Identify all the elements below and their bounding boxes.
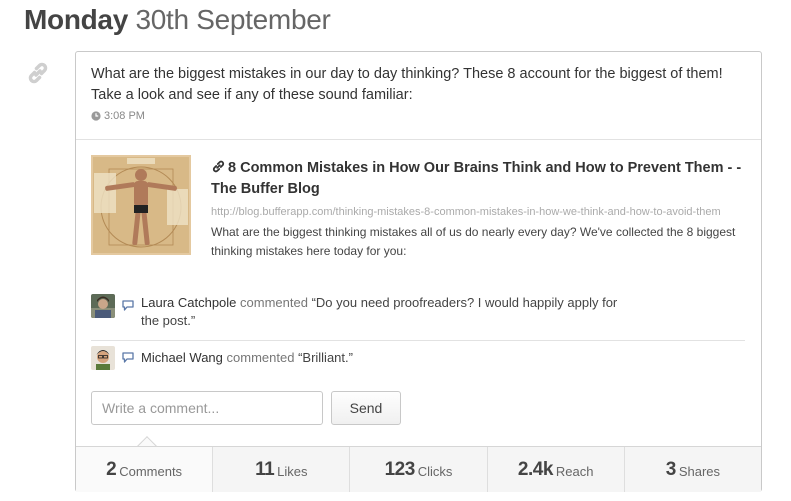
post-time-text: 3:08 PM xyxy=(104,110,145,122)
clock-icon xyxy=(91,111,101,121)
post-time: 3:08 PM xyxy=(91,108,745,124)
avatar[interactable] xyxy=(91,294,115,318)
comment-author[interactable]: Michael Wang xyxy=(141,350,223,365)
comment-input[interactable] xyxy=(91,391,323,425)
link-title[interactable]: 8 Common Mistakes in How Our Brains Thin… xyxy=(211,160,741,197)
stat-value: 3 xyxy=(665,458,677,480)
divider xyxy=(91,340,745,341)
post-text: What are the biggest mistakes in our day… xyxy=(91,66,723,103)
stat-label: Likes xyxy=(277,463,308,479)
stat-label: Clicks xyxy=(417,463,453,479)
stat-likes[interactable]: 11 Likes xyxy=(212,447,350,492)
link-preview[interactable]: 8 Common Mistakes in How Our Brains Thin… xyxy=(91,155,745,287)
stat-value: 2 xyxy=(106,458,117,480)
date-rest: 30th September xyxy=(135,4,331,35)
link-chain-icon xyxy=(212,160,225,173)
send-button[interactable]: Send xyxy=(331,391,401,425)
date-heading: Monday 30th September xyxy=(24,4,331,36)
speech-bubble-icon xyxy=(122,300,134,311)
link-description: What are the biggest thinking mistakes a… xyxy=(211,225,736,258)
comment-body: “Brilliant.” xyxy=(298,350,353,365)
divider xyxy=(76,139,761,140)
stat-clicks[interactable]: 123 Clicks xyxy=(349,447,487,492)
link-title-row[interactable]: 8 Common Mistakes in How Our Brains Thin… xyxy=(211,158,745,200)
avatar[interactable] xyxy=(91,346,115,370)
stat-shares[interactable]: 3 Shares xyxy=(623,447,762,492)
link-chain-icon xyxy=(28,62,48,84)
link-thumbnail[interactable] xyxy=(91,155,191,255)
comment-verb: commented xyxy=(240,295,308,310)
stat-value: 2.4k xyxy=(517,458,553,480)
post-body: What are the biggest mistakes in our day… xyxy=(76,52,761,124)
comment-author[interactable]: Laura Catchpole xyxy=(141,295,236,310)
stat-value: 123 xyxy=(384,458,416,480)
comment-verb: commented xyxy=(226,350,295,365)
stat-comments[interactable]: 2 Comments xyxy=(76,447,213,492)
comment-text: Michael Wang commented “Brilliant.” xyxy=(141,349,621,367)
link-info: 8 Common Mistakes in How Our Brains Thin… xyxy=(211,158,745,261)
comment-text: Laura Catchpole commented “Do you need p… xyxy=(141,294,621,330)
link-url[interactable]: http://blog.bufferapp.com/thinking-mista… xyxy=(211,202,745,223)
stat-label: Comments xyxy=(119,463,183,479)
stat-reach[interactable]: 2.4k Reach xyxy=(486,447,624,492)
stat-label: Reach xyxy=(555,463,594,479)
stat-label: Shares xyxy=(678,463,721,479)
post-card: What are the biggest mistakes in our day… xyxy=(75,51,762,492)
stats-bar: 2 Comments 11 Likes 123 Clicks 2.4k Reac… xyxy=(76,446,762,492)
stat-value: 11 xyxy=(255,458,275,480)
date-day: Monday xyxy=(24,4,128,35)
speech-bubble-icon xyxy=(122,352,134,363)
